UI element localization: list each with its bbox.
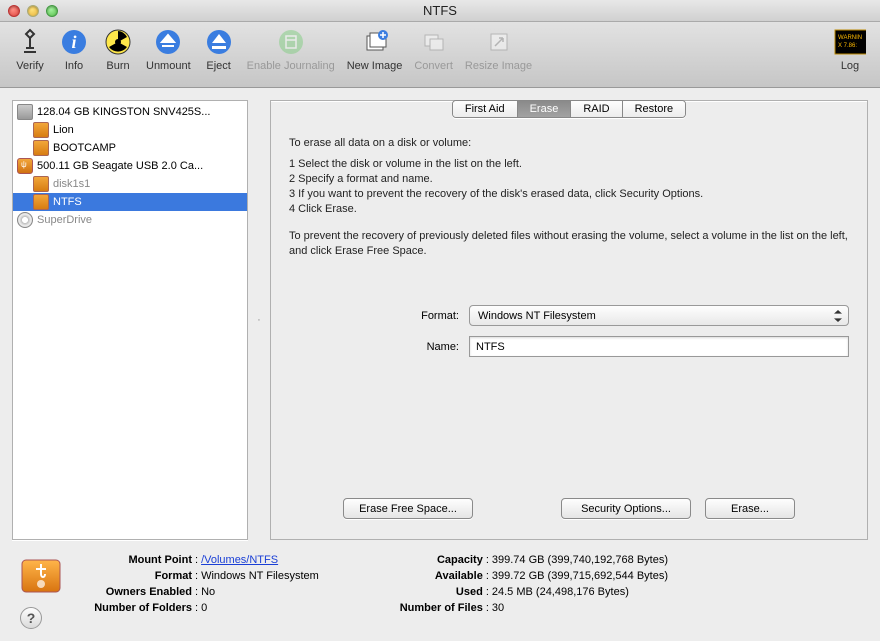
volume-row[interactable]: Lion [13,121,247,139]
tab-restore[interactable]: Restore [623,101,686,117]
toolbar-label: Eject [206,60,230,72]
unmount-icon [152,26,184,58]
device-row[interactable]: 500.11 GB Seagate USB 2.0 Ca... [13,157,247,175]
unmount-button[interactable]: Unmount [140,26,197,72]
toolbar-label: Convert [414,60,453,72]
step-text: 1 Select the disk or volume in the list … [289,157,849,172]
note-text: To prevent the recovery of previously de… [289,229,849,259]
format-select[interactable]: Windows NT Filesystem [469,305,849,326]
resize-icon [483,26,515,58]
toolbar-label: New Image [347,60,403,72]
step-text: 3 If you want to prevent the recovery of… [289,187,849,202]
tab-first-aid[interactable]: First Aid [453,101,518,117]
eject-button[interactable]: Eject [197,26,241,72]
intro-text: To erase all data on a disk or volume: [289,136,849,151]
disk-icon [17,104,33,120]
enable-journaling-button: Enable Journaling [241,26,341,72]
mount-point-link[interactable]: /Volumes/NTFS [201,552,278,568]
minimize-icon[interactable] [27,5,39,17]
window-controls [0,5,58,17]
titlebar: NTFS [0,0,880,22]
toolbar-label: Log [841,60,859,72]
svg-text:i: i [71,32,76,52]
help-button[interactable]: ? [20,607,42,629]
info-column-right: Capacity:399.74 GB (399,740,192,768 Byte… [373,552,668,616]
toolbar-label: Info [65,60,83,72]
volume-icon [18,552,64,598]
toolbar-label: Enable Journaling [247,60,335,72]
convert-icon [418,26,450,58]
security-options-button[interactable]: Security Options... [561,498,691,519]
optical-icon [17,212,33,228]
step-text: 4 Click Erase. [289,202,849,217]
step-text: 2 Specify a format and name. [289,172,849,187]
toolbar-label: Unmount [146,60,191,72]
name-label: Name: [289,341,469,353]
erase-free-space-button[interactable]: Erase Free Space... [343,498,473,519]
tab-raid[interactable]: RAID [571,101,622,117]
volume-icon [33,140,49,156]
info-column-left: Mount Point:/Volumes/NTFS Format:Windows… [82,552,319,616]
format-label: Format: [289,310,469,322]
journal-icon [275,26,307,58]
device-list[interactable]: 128.04 GB KINGSTON SNV425S...LionBOOTCAM… [12,100,248,540]
radiation-icon [102,26,134,58]
toolbar-label: Burn [106,60,129,72]
zoom-icon[interactable] [46,5,58,17]
volume-icon [33,176,49,192]
erase-button[interactable]: Erase... [705,498,795,519]
info-footer: Mount Point:/Volumes/NTFS Format:Windows… [0,540,880,628]
new-image-button[interactable]: New Image [341,26,409,72]
window-title: NTFS [0,3,880,18]
microscope-icon [14,26,46,58]
new-image-icon [359,26,391,58]
volume-icon [33,122,49,138]
volume-icon [33,194,49,210]
right-panel: First AidEraseRAIDRestore To erase all d… [270,100,868,540]
info-icon: i [58,26,90,58]
erase-instructions: To erase all data on a disk or volume: 1… [289,136,849,265]
verify-button[interactable]: Verify [8,26,52,72]
name-input[interactable] [469,336,849,357]
device-row[interactable]: 128.04 GB KINGSTON SNV425S... [13,103,247,121]
toolbar-label: Verify [16,60,44,72]
close-icon[interactable] [8,5,20,17]
ext-icon [17,158,33,174]
log-icon: WARNIN X 7.86: [834,26,866,58]
burn-button[interactable]: Burn [96,26,140,72]
info-button[interactable]: i Info [52,26,96,72]
device-row[interactable]: SuperDrive [13,211,247,229]
toolbar-label: Resize Image [465,60,532,72]
eject-icon [203,26,235,58]
volume-row[interactable]: disk1s1 [13,175,247,193]
splitter[interactable]: · [256,100,262,540]
resize-image-button: Resize Image [459,26,538,72]
volume-row[interactable]: BOOTCAMP [13,139,247,157]
log-button[interactable]: WARNIN X 7.86: Log [828,26,872,72]
svg-text:WARNIN: WARNIN [838,35,862,41]
convert-button: Convert [408,26,459,72]
toolbar: Verify i Info Burn Unmount Eject Enable … [0,22,880,88]
tab-bar: First AidEraseRAIDRestore [452,100,686,118]
tab-erase[interactable]: Erase [518,101,572,117]
volume-row[interactable]: NTFS [13,193,247,211]
svg-text:X 7.86:: X 7.86: [838,43,857,49]
